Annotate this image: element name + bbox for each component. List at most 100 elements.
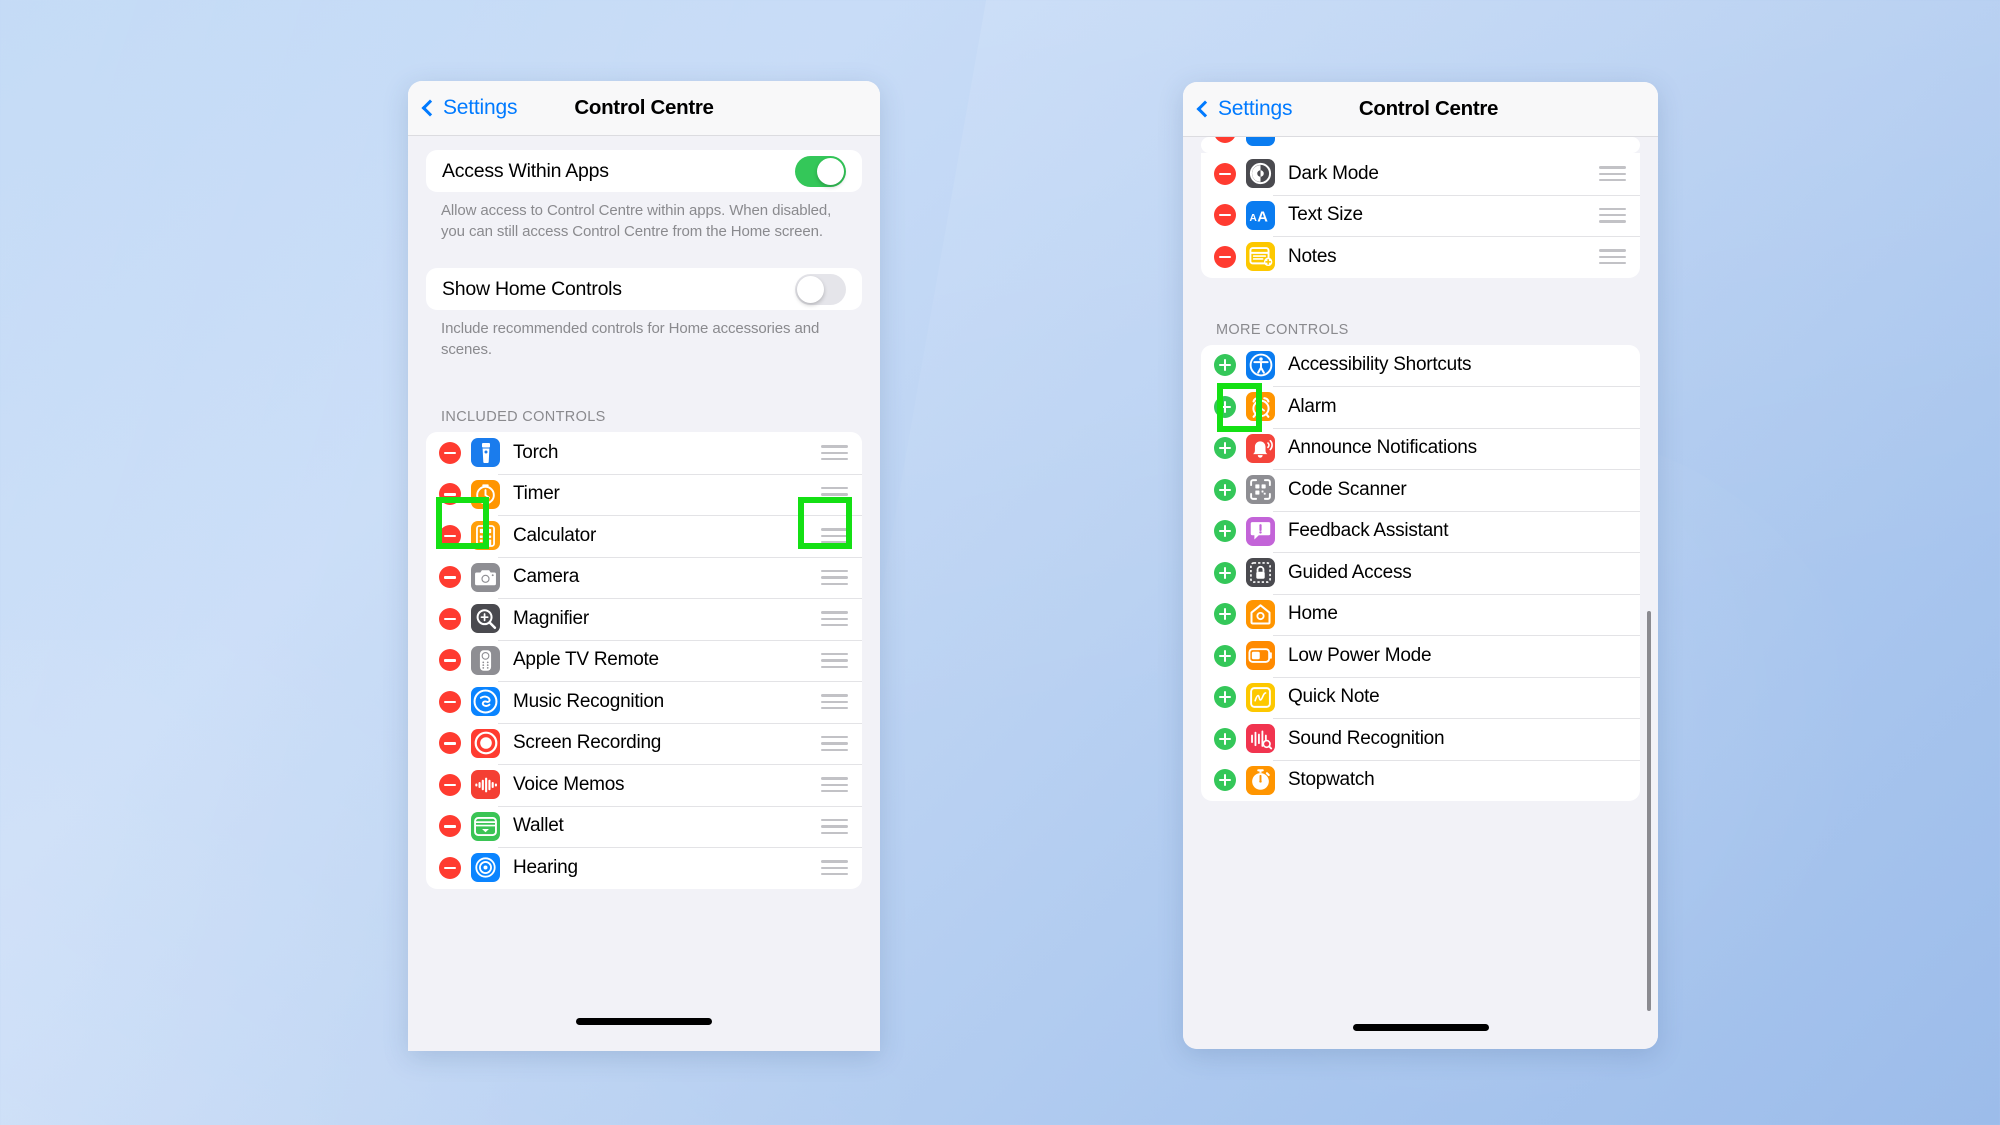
reorder-handle-icon[interactable] (821, 569, 848, 585)
ctl-row-music-recognition[interactable]: Music Recognition (426, 681, 862, 723)
ctl-row-notes[interactable]: Notes (1201, 236, 1640, 278)
remove-control-button[interactable] (439, 649, 461, 672)
ctl-row-accessibility-shortcuts[interactable]: Accessibility Shortcuts (1201, 345, 1640, 387)
access-within-apps-toggle[interactable] (795, 155, 846, 187)
reorder-handle-highlight (798, 497, 852, 549)
ctl-row-hearing[interactable]: Hearing (426, 847, 862, 889)
ctl-row-apple-tv-remote[interactable]: Apple TV Remote (426, 639, 862, 682)
screen-recording-icon (471, 728, 500, 758)
remove-control-button[interactable] (1214, 162, 1236, 185)
text-size-icon: AA (1246, 200, 1275, 230)
remove-control-button[interactable] (1214, 204, 1236, 227)
remove-control-button[interactable] (439, 566, 461, 589)
camera-icon (471, 562, 500, 592)
remove-control-button[interactable] (439, 607, 461, 630)
reorder-handle-icon[interactable] (1599, 166, 1626, 182)
add-control-button[interactable] (1214, 769, 1236, 792)
ctl-row-screen-recording[interactable]: Screen Recording (426, 722, 862, 765)
ctl-row-sound-recognition[interactable]: Sound Recognition (1201, 718, 1640, 760)
ctl-row-label: Timer (513, 483, 560, 505)
ctl-row-text-size[interactable]: A A Text Size (1201, 194, 1640, 237)
ctl-row-label: Camera (513, 566, 580, 588)
ctl-row-guided-access[interactable]: Guided Access (1201, 552, 1640, 594)
ctl-row-voice-memos[interactable]: Voice Memos (426, 764, 862, 806)
ctl-row-announce-notifications[interactable]: Announce Notifications (1201, 427, 1640, 470)
add-control-button[interactable] (1214, 603, 1236, 626)
add-control-button[interactable] (1214, 478, 1236, 501)
access-within-apps-row[interactable]: Access Within Apps (426, 150, 862, 192)
reorder-handle-icon[interactable] (821, 611, 848, 627)
toggle-knob (797, 275, 824, 303)
ctl-row-label: Accessibility Shortcuts (1288, 354, 1472, 376)
ctl-row-label: Torch (513, 441, 559, 463)
hearing-icon (471, 853, 500, 883)
back-to-settings-button[interactable]: Settings (421, 96, 518, 120)
add-control-button[interactable] (1214, 354, 1236, 377)
show-home-controls-label: Show Home Controls (442, 277, 622, 300)
ctl-row-magnifier[interactable]: Magnifier (426, 598, 862, 640)
torch-icon (471, 438, 500, 468)
reorder-handle-icon[interactable] (821, 694, 848, 710)
ctl-row-home[interactable]: Home (1201, 593, 1640, 636)
ctl-row-code-scanner[interactable]: Code Scanner (1201, 469, 1640, 511)
toggle-knob (817, 157, 844, 185)
back-button-label: Settings (443, 96, 518, 119)
navigation-bar: Settings Control Centre (408, 81, 880, 136)
stopwatch-icon (1246, 765, 1275, 795)
reorder-handle-icon[interactable] (821, 735, 848, 751)
remove-control-button[interactable] (439, 732, 461, 755)
ctl-row-label: Guided Access (1288, 561, 1412, 583)
show-home-controls-toggle[interactable] (795, 273, 846, 305)
ctl-row-calculator[interactable]: Calculator (426, 515, 862, 557)
remove-control-button[interactable] (1214, 245, 1236, 268)
announce-notifications-icon (1246, 433, 1275, 463)
add-control-button[interactable] (1214, 520, 1236, 543)
add-control-button[interactable] (1214, 644, 1236, 667)
ctl-row-wallet[interactable]: Wallet (426, 805, 862, 848)
back-to-settings-button[interactable]: Settings (1196, 97, 1292, 121)
ctl-row-label: Hearing (513, 856, 578, 878)
guided-access-icon (1246, 558, 1275, 588)
feedback-assistant-icon (1246, 516, 1275, 546)
remove-control-button[interactable] (1214, 137, 1236, 143)
add-control-button[interactable] (1214, 727, 1236, 750)
remove-control-button[interactable] (439, 441, 461, 464)
reorder-handle-icon[interactable] (1599, 207, 1626, 223)
voice-memos-icon (471, 770, 500, 800)
ctl-row-dark-mode[interactable]: Dark Mode (1201, 153, 1640, 195)
magnifier-icon (471, 604, 500, 634)
code-scanner-icon (1246, 475, 1275, 505)
home-indicator (576, 1018, 712, 1025)
ctl-row-torch[interactable]: Torch (426, 432, 862, 474)
access-within-apps-label: Access Within Apps (442, 159, 609, 182)
reorder-handle-icon[interactable] (821, 818, 848, 834)
chevron-left-icon (421, 99, 439, 116)
settings-scroll-area[interactable]: Dark Mode A A Text Size Notes MORE CONTROLS … (1183, 137, 1658, 1049)
ctl-row-camera[interactable]: Camera (426, 556, 862, 599)
remove-control-button[interactable] (439, 815, 461, 838)
home-indicator (1352, 1024, 1489, 1031)
reorder-handle-icon[interactable] (821, 860, 848, 876)
add-control-button[interactable] (1214, 561, 1236, 584)
reorder-handle-icon[interactable] (821, 777, 848, 793)
add-control-button[interactable] (1214, 437, 1236, 460)
remove-control-button[interactable] (439, 773, 461, 796)
navigation-bar: Settings Control Centre (1183, 82, 1658, 137)
reorder-handle-icon[interactable] (821, 652, 848, 668)
ctl-row-quick-note[interactable]: Quick Note (1201, 676, 1640, 719)
reorder-handle-icon[interactable] (1599, 249, 1626, 265)
ctl-row-timer[interactable]: Timer (426, 473, 862, 516)
show-home-controls-row[interactable]: Show Home Controls (426, 268, 862, 310)
remove-control-button[interactable] (439, 690, 461, 713)
ctl-row-alarm[interactable]: Alarm (1201, 386, 1640, 428)
settings-scroll-area[interactable]: Access Within Apps Allow access to Contr… (408, 136, 880, 1051)
vertical-scrollbar[interactable] (1647, 611, 1651, 1011)
ctl-row-label: Quick Note (1288, 686, 1380, 708)
ctl-row-low-power-mode[interactable]: Low Power Mode (1201, 635, 1640, 677)
add-control-button[interactable] (1214, 686, 1236, 709)
reorder-handle-icon[interactable] (821, 445, 848, 461)
ctl-row-stopwatch[interactable]: Stopwatch (1201, 759, 1640, 802)
remove-control-button[interactable] (439, 856, 461, 879)
ctl-row-label: Sound Recognition (1288, 727, 1445, 749)
ctl-row-feedback-assistant[interactable]: Feedback Assistant (1201, 510, 1640, 553)
